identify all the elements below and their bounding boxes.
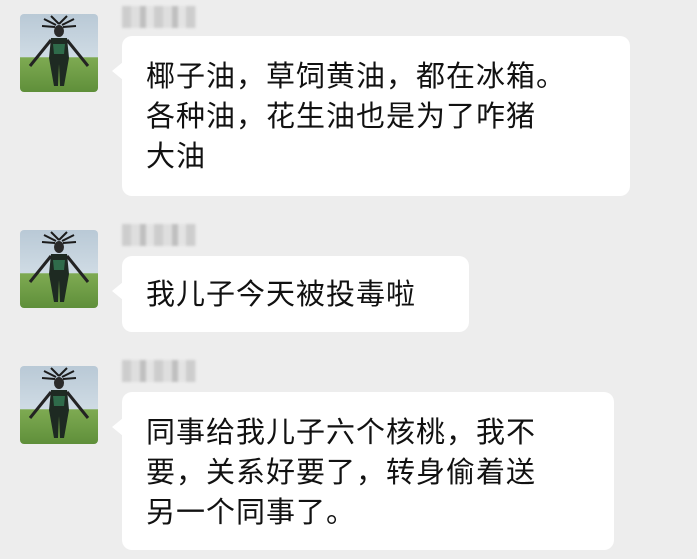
message-text-line: 大油 xyxy=(146,139,207,173)
sender-name-blurred xyxy=(122,360,196,382)
sender-name-blurred xyxy=(122,224,196,246)
message-text-line: 椰子油，草饲黄油，都在冰箱。 xyxy=(146,59,567,93)
message-bubble[interactable]: 我儿子今天被投毒啦 xyxy=(112,256,469,332)
horned-figure-avatar-icon xyxy=(28,15,90,86)
sender-name xyxy=(122,224,123,225)
message-text-line: 同事给我儿子六个核桃，我不 xyxy=(146,415,537,449)
message-text-line: 各种油，花生油也是为了咋猪 xyxy=(146,99,537,133)
sender-avatar[interactable] xyxy=(20,14,98,92)
message-bubble[interactable]: 同事给我儿子六个核桃，我不 要，关系好要了，转身偷着送 另一个同事了。 xyxy=(112,392,614,550)
sender-name xyxy=(122,360,123,361)
sender-avatar[interactable] xyxy=(20,366,98,444)
horned-figure-avatar-icon xyxy=(28,231,90,302)
horned-figure-avatar-icon xyxy=(28,367,90,438)
message-text-line: 我儿子今天被投毒啦 xyxy=(146,277,417,311)
message-text-line: 要，关系好要了，转身偷着送 xyxy=(146,455,537,489)
message-bubble[interactable]: 椰子油，草饲黄油，都在冰箱。 各种油，花生油也是为了咋猪 大油 xyxy=(112,36,630,196)
sender-avatar[interactable] xyxy=(20,230,98,308)
message-text-line: 另一个同事了。 xyxy=(146,495,357,529)
sender-name xyxy=(122,6,123,7)
sender-name-blurred xyxy=(122,6,196,28)
